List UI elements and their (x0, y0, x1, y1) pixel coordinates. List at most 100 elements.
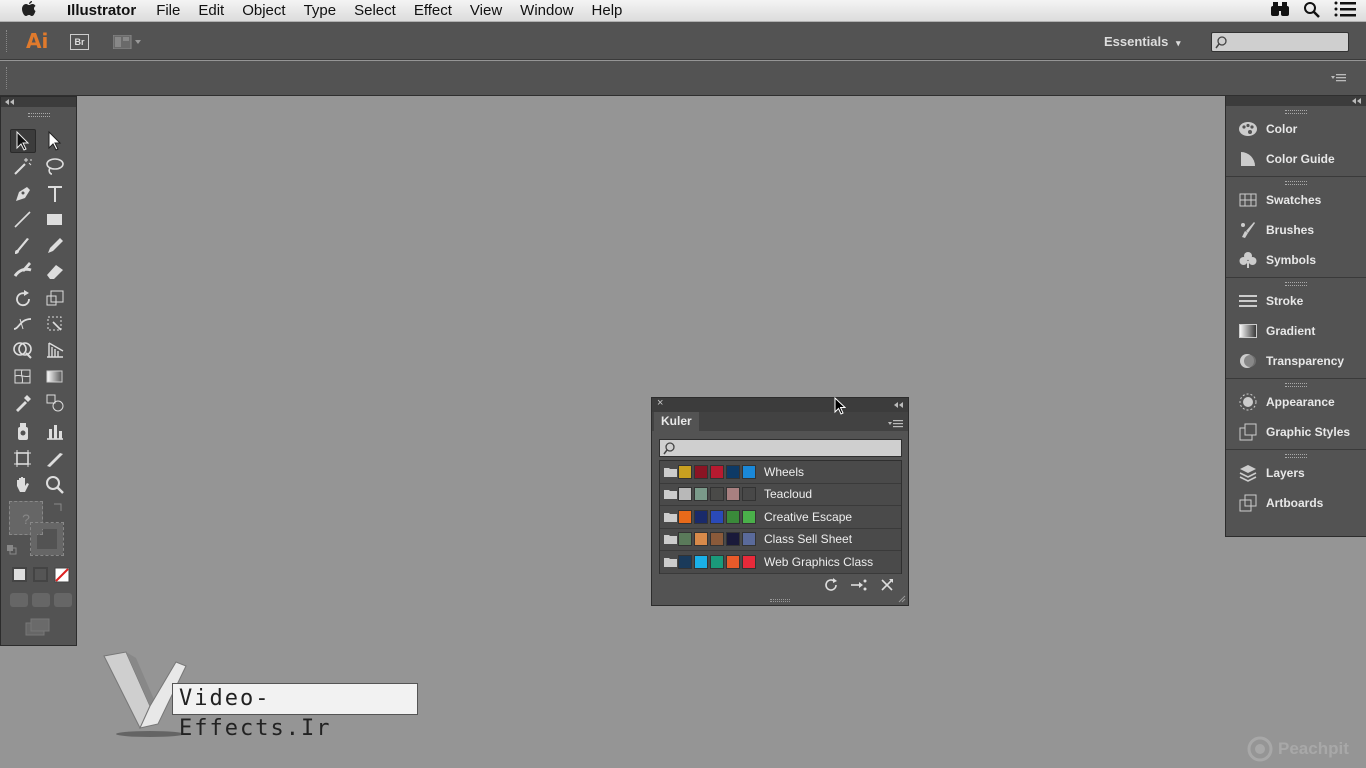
panel-menu-icon[interactable] (888, 416, 904, 434)
eyedropper-tool-icon[interactable] (10, 391, 36, 415)
color-swatch[interactable] (678, 487, 692, 502)
menu-view[interactable]: View (461, 0, 511, 22)
color-swatch[interactable] (694, 509, 708, 524)
slice-tool-icon[interactable] (42, 447, 68, 471)
color-swatch[interactable] (710, 554, 724, 569)
resize-corner-icon[interactable] (898, 595, 906, 603)
gradient-tool-icon[interactable] (42, 365, 68, 389)
width-tool-icon[interactable] (10, 312, 36, 336)
panel-item-symbols[interactable]: Symbols (1226, 245, 1366, 275)
draw-inside-icon[interactable] (54, 593, 72, 607)
control-bar-menu-icon[interactable] (1331, 71, 1347, 89)
spotlight-search-icon[interactable] (1303, 1, 1320, 22)
perspective-grid-tool-icon[interactable] (42, 338, 68, 362)
kuler-title-bar[interactable]: × (652, 397, 908, 412)
color-swatch[interactable] (726, 509, 740, 524)
kuler-search-field[interactable] (659, 439, 902, 457)
arrange-documents-icon[interactable] (112, 34, 143, 50)
color-swatch[interactable] (710, 509, 724, 524)
line-segment-tool-icon[interactable] (10, 208, 36, 232)
screen-mode-icon[interactable] (25, 618, 51, 636)
panel-item-gradient[interactable]: Gradient (1226, 316, 1366, 346)
color-mode-icon[interactable] (12, 567, 27, 582)
stroke-color-box[interactable] (30, 522, 64, 556)
swap-fill-stroke-icon[interactable] (52, 501, 64, 513)
collapse-icon[interactable] (1352, 98, 1362, 104)
tools-panel-grip[interactable] (27, 113, 50, 117)
menu-type[interactable]: Type (295, 0, 346, 22)
panel-item-stroke[interactable]: Stroke (1226, 286, 1366, 316)
menu-object[interactable]: Object (233, 0, 294, 22)
panel-item-graphic-styles[interactable]: Graphic Styles (1226, 417, 1366, 447)
folder-icon[interactable] (662, 467, 678, 477)
color-swatch[interactable] (726, 554, 740, 569)
panel-item-swatches[interactable]: Swatches (1226, 185, 1366, 215)
blob-brush-tool-icon[interactable] (10, 259, 36, 283)
color-swatch[interactable] (742, 464, 756, 479)
color-swatch[interactable] (694, 532, 708, 547)
scale-tool-icon[interactable] (42, 287, 68, 311)
column-graph-tool-icon[interactable] (42, 420, 68, 444)
menu-select[interactable]: Select (345, 0, 405, 22)
artboard-tool-icon[interactable] (10, 447, 36, 471)
color-swatch[interactable] (742, 487, 756, 502)
workspace-switcher[interactable]: Essentials ▾ (1104, 34, 1180, 49)
help-search-field[interactable] (1211, 32, 1349, 52)
dock-header[interactable] (1226, 96, 1366, 106)
color-swatch[interactable] (678, 464, 692, 479)
gradient-mode-icon[interactable] (33, 567, 48, 582)
folder-icon[interactable] (662, 557, 678, 567)
resize-grip[interactable] (770, 599, 790, 602)
panel-item-brushes[interactable]: Brushes (1226, 215, 1366, 245)
type-tool-icon[interactable] (42, 182, 68, 206)
kuler-theme-row[interactable]: Teacloud (660, 484, 901, 506)
eraser-tool-icon[interactable] (42, 259, 68, 283)
kuler-theme-row[interactable]: Wheels (660, 461, 901, 484)
mesh-tool-icon[interactable] (10, 365, 36, 389)
zoom-tool-icon[interactable] (42, 473, 68, 497)
folder-icon[interactable] (662, 534, 678, 545)
close-icon[interactable]: × (657, 397, 663, 409)
color-swatch[interactable] (726, 532, 740, 547)
paintbrush-tool-icon[interactable] (10, 234, 36, 258)
selection-tool-icon[interactable] (10, 129, 36, 153)
color-swatch[interactable] (742, 509, 756, 524)
blend-tool-icon[interactable] (42, 391, 68, 415)
menu-window[interactable]: Window (511, 0, 582, 22)
none-mode-icon[interactable] (54, 567, 70, 583)
menu-effect[interactable]: Effect (405, 0, 461, 22)
pencil-tool-icon[interactable] (42, 234, 68, 258)
folder-icon[interactable] (662, 489, 678, 500)
pen-tool-icon[interactable] (10, 182, 36, 206)
collapse-icon[interactable] (894, 402, 904, 408)
color-swatch[interactable] (678, 532, 692, 547)
color-swatch[interactable] (710, 487, 724, 502)
free-transform-tool-icon[interactable] (42, 312, 68, 336)
draw-normal-icon[interactable] (10, 593, 28, 607)
color-swatch[interactable] (694, 487, 708, 502)
color-swatch[interactable] (694, 554, 708, 569)
hand-tool-icon[interactable] (10, 473, 36, 497)
color-swatch[interactable] (742, 532, 756, 547)
color-swatch[interactable] (726, 464, 740, 479)
launch-kuler-icon[interactable] (880, 578, 894, 597)
kuler-theme-row[interactable]: Class Sell Sheet (660, 529, 901, 551)
kuler-theme-row[interactable]: Creative Escape (660, 506, 901, 529)
color-swatch[interactable] (742, 554, 756, 569)
rotate-tool-icon[interactable] (10, 287, 36, 311)
color-swatch[interactable] (678, 509, 692, 524)
menu-edit[interactable]: Edit (189, 0, 233, 22)
color-swatch[interactable] (678, 554, 692, 569)
rectangle-tool-icon[interactable] (42, 208, 68, 232)
menu-file[interactable]: File (147, 0, 189, 22)
menu-help[interactable]: Help (583, 0, 632, 22)
magic-wand-tool-icon[interactable] (10, 155, 36, 179)
menu-app-name[interactable]: Illustrator (58, 0, 147, 22)
default-fill-stroke-icon[interactable] (7, 545, 17, 555)
notification-list-icon[interactable] (1334, 1, 1356, 21)
color-swatch[interactable] (694, 464, 708, 479)
add-to-swatches-icon[interactable] (850, 578, 868, 597)
lasso-tool-icon[interactable] (42, 155, 68, 179)
tab-kuler[interactable]: Kuler (654, 412, 699, 431)
binoculars-icon[interactable] (1271, 1, 1289, 21)
